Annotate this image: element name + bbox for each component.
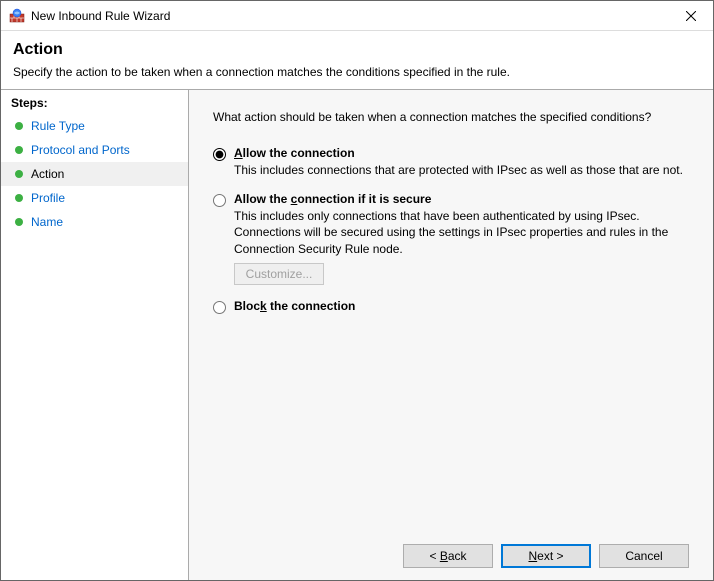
window-title: New Inbound Rule Wizard — [31, 9, 668, 23]
option-block-connection: Block the connection — [213, 299, 689, 314]
step-label: Name — [31, 215, 63, 229]
back-button[interactable]: < Back — [403, 544, 493, 568]
page-title: Action — [13, 41, 701, 59]
steps-sidebar: Steps: Rule Type Protocol and Ports Acti… — [1, 90, 189, 580]
radio-allow-connection[interactable] — [213, 148, 226, 161]
option-description: This includes connections that are prote… — [234, 162, 689, 178]
titlebar: New Inbound Rule Wizard — [1, 1, 713, 31]
next-button[interactable]: Next > — [501, 544, 591, 568]
wizard-footer: < Back Next > Cancel — [213, 534, 689, 568]
page-description: Specify the action to be taken when a co… — [13, 65, 701, 79]
action-prompt: What action should be taken when a conne… — [213, 110, 689, 124]
step-bullet-icon — [15, 218, 23, 226]
step-bullet-icon — [15, 170, 23, 178]
cancel-button[interactable]: Cancel — [599, 544, 689, 568]
step-name[interactable]: Name — [1, 210, 188, 234]
step-rule-type[interactable]: Rule Type — [1, 114, 188, 138]
option-title: Block the connection — [234, 299, 689, 313]
option-body: Allow the connection if it is secure Thi… — [234, 192, 689, 285]
customize-button: Customize... — [234, 263, 324, 285]
firewall-icon — [9, 8, 25, 24]
radio-allow-if-secure[interactable] — [213, 194, 226, 207]
option-allow-if-secure: Allow the connection if it is secure Thi… — [213, 192, 689, 285]
option-title: Allow the connection — [234, 146, 689, 160]
step-label: Protocol and Ports — [31, 143, 130, 157]
option-body: Allow the connection This includes conne… — [234, 146, 689, 178]
step-label: Profile — [31, 191, 65, 205]
wizard-body: Steps: Rule Type Protocol and Ports Acti… — [1, 89, 713, 580]
main-panel: What action should be taken when a conne… — [189, 90, 713, 580]
step-profile[interactable]: Profile — [1, 186, 188, 210]
wizard-header: Action Specify the action to be taken wh… — [1, 31, 713, 89]
step-action[interactable]: Action — [1, 162, 188, 186]
step-bullet-icon — [15, 194, 23, 202]
option-allow-connection: Allow the connection This includes conne… — [213, 146, 689, 178]
steps-heading: Steps: — [1, 90, 188, 114]
option-description: This includes only connections that have… — [234, 208, 689, 257]
radio-block-connection[interactable] — [213, 301, 226, 314]
step-bullet-icon — [15, 122, 23, 130]
step-protocol-and-ports[interactable]: Protocol and Ports — [1, 138, 188, 162]
step-label: Rule Type — [31, 119, 85, 133]
step-bullet-icon — [15, 146, 23, 154]
wizard-window: New Inbound Rule Wizard Action Specify t… — [0, 0, 714, 581]
step-label: Action — [31, 167, 64, 181]
option-body: Block the connection — [234, 299, 689, 313]
close-button[interactable] — [668, 1, 713, 30]
option-title: Allow the connection if it is secure — [234, 192, 689, 206]
